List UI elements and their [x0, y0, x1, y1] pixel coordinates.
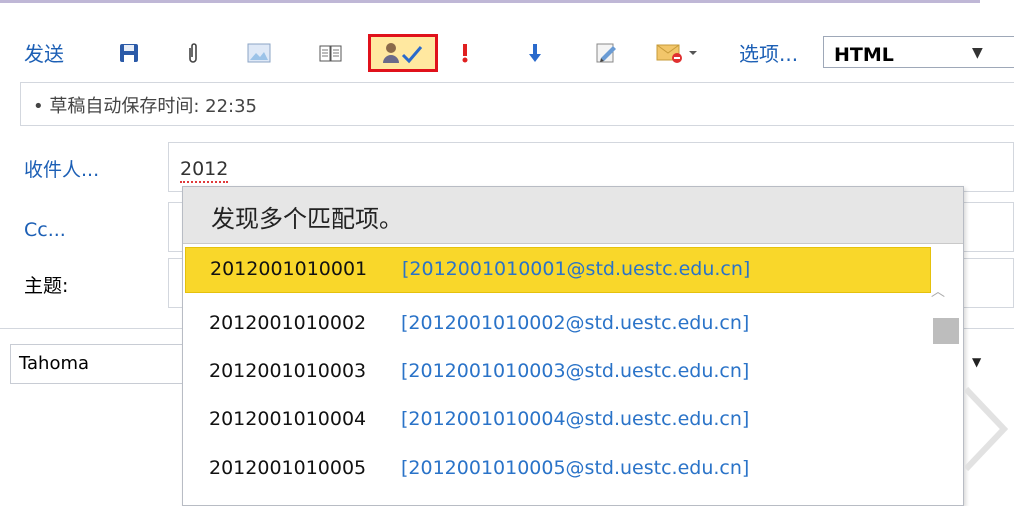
match-name: 2012001010002: [209, 312, 367, 334]
chevron-down-icon[interactable]: ▼: [972, 355, 981, 369]
to-button[interactable]: 收件人...: [24, 155, 99, 182]
popup-header: 发现多个匹配项。: [183, 187, 963, 244]
window-top-border: [0, 0, 980, 3]
match-email: [2012001010003@std.uestc.edu.cn]: [401, 360, 750, 382]
to-input-text: 2012: [180, 157, 229, 183]
send-button[interactable]: 发送: [24, 38, 64, 67]
message-format-value: HTML: [834, 44, 894, 66]
match-item[interactable]: 2012001010002 [2012001010002@std.uestc.e…: [185, 302, 931, 348]
flag-icon[interactable]: [654, 38, 704, 68]
match-email: [2012001010001@std.uestc.edu.cn]: [402, 258, 751, 280]
match-email: [2012001010002@std.uestc.edu.cn]: [401, 312, 750, 334]
font-family-value: Tahoma: [19, 353, 90, 374]
match-item[interactable]: 2012001010005 [2012001010005@std.uestc.e…: [185, 447, 931, 493]
match-name: 2012001010005: [209, 457, 367, 479]
attach-icon[interactable]: [186, 38, 200, 68]
chevron-down-icon: ▼: [972, 45, 983, 61]
address-book-icon[interactable]: [318, 38, 344, 68]
high-importance-icon[interactable]: [458, 38, 472, 68]
match-name: 2012001010003: [209, 360, 367, 382]
match-item[interactable]: 2012001010004 [2012001010004@std.uestc.e…: [185, 398, 931, 444]
picture-icon[interactable]: [246, 38, 272, 68]
scroll-up-icon[interactable]: ︿: [931, 281, 945, 301]
match-name: 2012001010004: [209, 408, 367, 430]
options-button[interactable]: 选项...: [739, 38, 798, 67]
cc-button[interactable]: Cc...: [24, 219, 66, 241]
to-field[interactable]: [168, 142, 1014, 192]
draft-saved-info-bar: • 草稿自动保存时间: 22:35: [20, 82, 1014, 126]
message-format-select[interactable]: HTML ▼: [823, 36, 1014, 68]
popup-title: 发现多个匹配项。: [211, 205, 403, 233]
chevron-right-icon: [960, 385, 1010, 479]
font-family-select[interactable]: Tahoma: [10, 344, 190, 384]
subject-label: 主题:: [24, 275, 69, 297]
multiple-matches-popup: 发现多个匹配项。 2012001010001 [2012001010001@st…: [182, 186, 964, 506]
check-names-icon[interactable]: [368, 34, 438, 72]
match-item[interactable]: 2012001010003 [2012001010003@std.uestc.e…: [185, 350, 931, 396]
scrollbar-thumb[interactable]: [933, 318, 959, 344]
signature-icon[interactable]: [594, 38, 620, 68]
match-name: 2012001010001: [210, 258, 368, 280]
message-toolbar: 发送 选项... HTML ▼: [0, 28, 1014, 78]
draft-saved-text: • 草稿自动保存时间: 22:35: [33, 96, 257, 117]
low-importance-icon[interactable]: [527, 38, 543, 68]
match-email: [2012001010005@std.uestc.edu.cn]: [401, 457, 750, 479]
match-item[interactable]: 2012001010001 [2012001010001@std.uestc.e…: [185, 247, 931, 293]
save-icon[interactable]: [118, 38, 140, 68]
match-email: [2012001010004@std.uestc.edu.cn]: [401, 408, 750, 430]
